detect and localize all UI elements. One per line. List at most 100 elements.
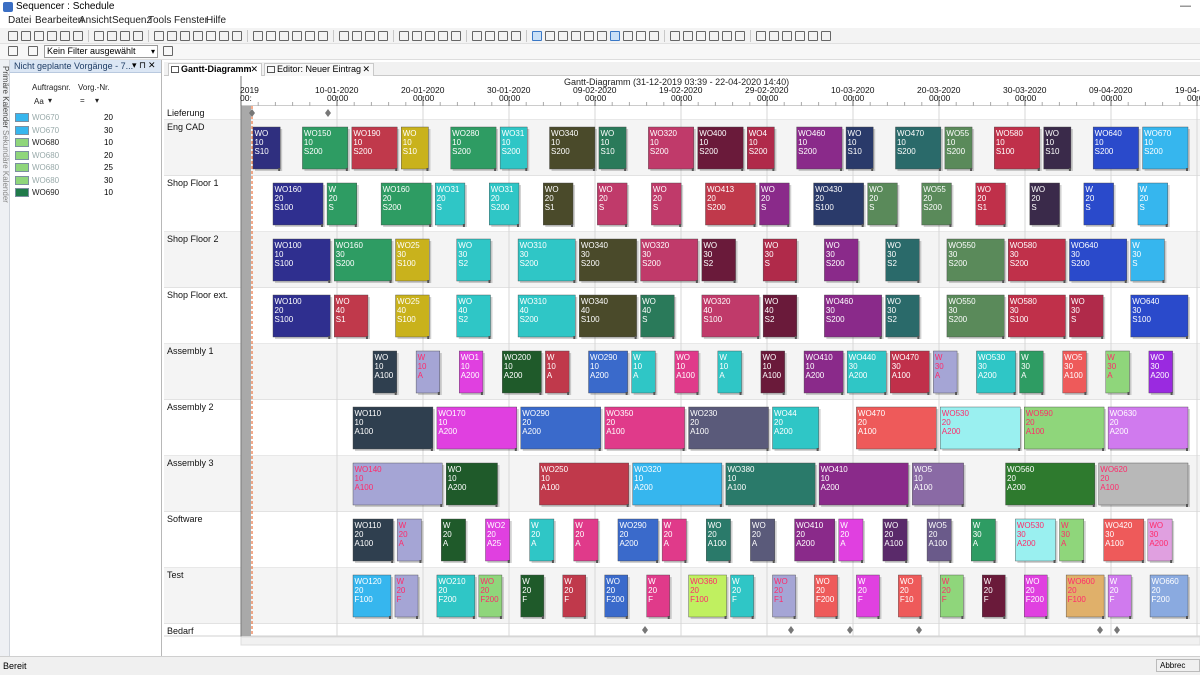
task-handle[interactable] — [426, 168, 429, 171]
toolbar-button-icon[interactable] — [47, 31, 57, 41]
toolbar-button-icon[interactable] — [219, 31, 229, 41]
toolbar-button-icon[interactable] — [769, 31, 779, 41]
task-handle[interactable] — [430, 448, 433, 451]
task-handle[interactable] — [1084, 392, 1087, 395]
task-handle[interactable] — [793, 616, 796, 619]
task-handle[interactable] — [672, 336, 675, 339]
task-handle[interactable] — [321, 224, 324, 227]
task-handle[interactable] — [395, 168, 398, 171]
toolbar-button-icon[interactable] — [795, 31, 805, 41]
toolbar-button-icon[interactable] — [21, 31, 31, 41]
toolbar-button-icon[interactable] — [34, 31, 44, 41]
task-handle[interactable] — [416, 616, 419, 619]
toolbar-button-icon[interactable] — [532, 31, 542, 41]
task-handle[interactable] — [667, 616, 670, 619]
chevron-down-icon[interactable]: ▾ — [48, 96, 52, 105]
filter-select[interactable]: Kein Filter ausgewählt ▾ — [44, 45, 158, 58]
task-handle[interactable] — [507, 560, 510, 563]
task-handle[interactable] — [583, 616, 586, 619]
task-handle[interactable] — [739, 392, 742, 395]
filter-clear-icon[interactable] — [163, 46, 173, 56]
task-handle[interactable] — [938, 168, 941, 171]
toolbar-button-icon[interactable] — [253, 31, 263, 41]
task-handle[interactable] — [1092, 504, 1095, 507]
task-handle[interactable] — [917, 336, 920, 339]
task-handle[interactable] — [388, 616, 391, 619]
task-handle[interactable] — [993, 560, 996, 563]
task-handle[interactable] — [696, 392, 699, 395]
toolbar-button-icon[interactable] — [511, 31, 521, 41]
toolbar-button-icon[interactable] — [378, 31, 388, 41]
menu-sequenz[interactable]: Sequenz — [112, 15, 151, 26]
toolbar-button-icon[interactable] — [107, 31, 117, 41]
task-handle[interactable] — [679, 224, 682, 227]
filter-edit-icon[interactable] — [28, 46, 38, 56]
task-handle[interactable] — [1101, 336, 1104, 339]
task-handle[interactable] — [634, 280, 637, 283]
chevron-down-icon[interactable]: ▾ — [95, 96, 99, 105]
task-handle[interactable] — [856, 280, 859, 283]
toolbar-button-icon[interactable] — [584, 31, 594, 41]
menu-hilfe[interactable]: Hilfe — [206, 15, 226, 26]
task-handle[interactable] — [772, 168, 775, 171]
toolbar-button-icon[interactable] — [782, 31, 792, 41]
toolbar-button-icon[interactable] — [133, 31, 143, 41]
task-handle[interactable] — [634, 336, 637, 339]
toolbar-button-icon[interactable] — [808, 31, 818, 41]
toolbar-button-icon[interactable] — [352, 31, 362, 41]
task-handle[interactable] — [437, 392, 440, 395]
task-handle[interactable] — [917, 280, 920, 283]
task-handle[interactable] — [1102, 448, 1105, 451]
toolbar-button-icon[interactable] — [180, 31, 190, 41]
task-handle[interactable] — [1111, 224, 1114, 227]
toolbar-button-icon[interactable] — [722, 31, 732, 41]
task-handle[interactable] — [419, 560, 422, 563]
close-icon[interactable]: ✕ — [250, 64, 258, 75]
toolbar-button-icon[interactable] — [571, 31, 581, 41]
toolbar-button-icon[interactable] — [318, 31, 328, 41]
toolbar-button-icon[interactable] — [670, 31, 680, 41]
task-handle[interactable] — [684, 560, 687, 563]
task-handle[interactable] — [835, 616, 838, 619]
col-order-header[interactable]: Auftragsnr. — [32, 83, 71, 92]
task-handle[interactable] — [365, 336, 368, 339]
task-handle[interactable] — [495, 504, 498, 507]
menu-fenster[interactable]: Fenster — [174, 15, 208, 26]
task-handle[interactable] — [391, 560, 394, 563]
toolbar-button-icon[interactable] — [683, 31, 693, 41]
task-handle[interactable] — [1002, 336, 1005, 339]
toolbar-button-icon[interactable] — [167, 31, 177, 41]
toolbar-button-icon[interactable] — [154, 31, 164, 41]
task-handle[interactable] — [514, 448, 517, 451]
task-handle[interactable] — [1037, 168, 1040, 171]
task-handle[interactable] — [525, 168, 528, 171]
task-handle[interactable] — [278, 168, 281, 171]
task-handle[interactable] — [328, 336, 331, 339]
task-handle[interactable] — [733, 280, 736, 283]
toolbar-button-icon[interactable] — [339, 31, 349, 41]
task-handle[interactable] — [472, 616, 475, 619]
task-handle[interactable] — [516, 224, 519, 227]
task-handle[interactable] — [816, 448, 819, 451]
toolbar-button-icon[interactable] — [120, 31, 130, 41]
task-handle[interactable] — [488, 336, 491, 339]
task-handle[interactable] — [949, 224, 952, 227]
task-handle[interactable] — [877, 616, 880, 619]
task-handle[interactable] — [879, 336, 882, 339]
task-handle[interactable] — [1057, 224, 1060, 227]
task-handle[interactable] — [462, 224, 465, 227]
task-handle[interactable] — [772, 560, 775, 563]
task-handle[interactable] — [1162, 280, 1165, 283]
list-item[interactable]: WO680 20 — [10, 150, 162, 162]
task-handle[interactable] — [389, 280, 392, 283]
task-handle[interactable] — [682, 448, 685, 451]
task-handle[interactable] — [653, 392, 656, 395]
list-item[interactable]: WO680 30 — [10, 175, 162, 187]
toolbar-button-icon[interactable] — [193, 31, 203, 41]
task-handle[interactable] — [1002, 280, 1005, 283]
task-handle[interactable] — [626, 504, 629, 507]
task-handle[interactable] — [1045, 616, 1048, 619]
task-handle[interactable] — [787, 224, 790, 227]
task-handle[interactable] — [1186, 168, 1188, 171]
menu-datei[interactable]: Datei — [8, 15, 31, 26]
